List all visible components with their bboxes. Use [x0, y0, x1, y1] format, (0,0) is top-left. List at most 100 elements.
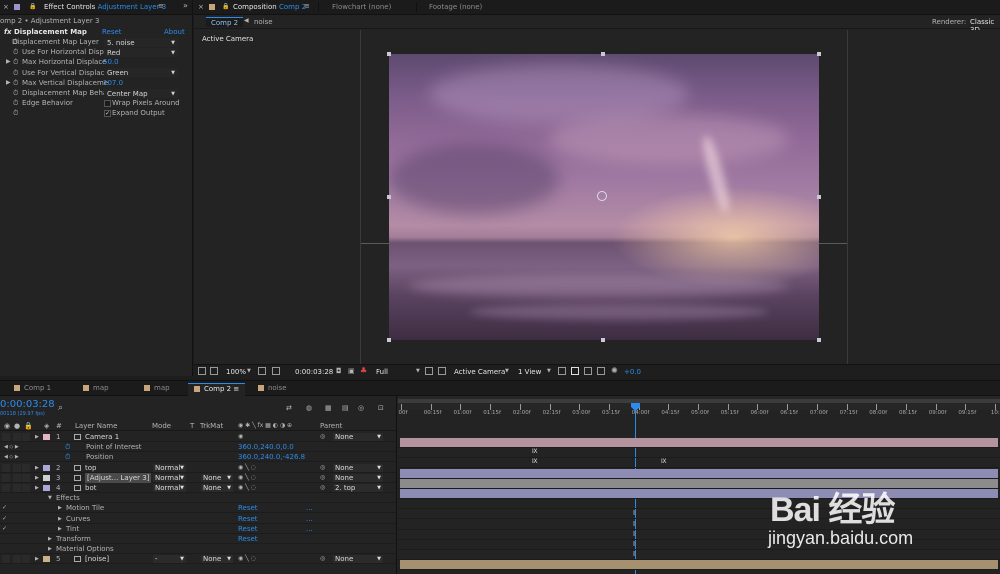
layer-switches-icons[interactable]: ◉	[238, 432, 243, 442]
visibility-eye-icon[interactable]	[2, 555, 10, 564]
stopwatch-icon[interactable]: ⏱	[13, 78, 18, 88]
current-time[interactable]: 0:00:03:28	[295, 368, 333, 376]
lock-icon[interactable]: 🔒	[29, 3, 36, 10]
chevron-down-icon[interactable]: ▼	[416, 368, 420, 374]
parent-pickwhip-icon[interactable]: ◎	[320, 432, 325, 442]
anchor-point-icon[interactable]	[597, 191, 607, 201]
timeline-tab[interactable]: map	[138, 383, 176, 394]
stopwatch-icon[interactable]: ⏱	[13, 57, 18, 67]
fx-icon[interactable]: ✓	[2, 524, 7, 534]
close-icon[interactable]: ×	[198, 3, 204, 11]
label-color-swatch[interactable]	[43, 434, 50, 440]
tab-footage[interactable]: Footage (none)	[429, 3, 482, 11]
layer-switches-icons[interactable]: ◉ ╲ ◌	[238, 483, 256, 493]
tab-effect-controls[interactable]: Effect Controls Adjustment Layer 3	[44, 3, 166, 11]
parent-pickwhip-icon[interactable]: ◎	[320, 483, 325, 493]
layer-row[interactable]: ▶ ✓ Tint Reset...	[0, 524, 396, 534]
effect-property-row[interactable]: ▶ ⏱ Max Horizontal Displace 50.0	[0, 57, 185, 67]
parent-select[interactable]: 2. top	[333, 484, 383, 492]
layer-name[interactable]: [Adjust... Layer 3]	[85, 472, 152, 483]
lock-icon[interactable]: 🔒	[222, 3, 229, 10]
parent-select[interactable]: None	[333, 555, 383, 564]
tab-composition[interactable]: Composition Comp 2	[233, 3, 306, 11]
motion-blur-icon[interactable]: ◎	[358, 404, 364, 412]
twirl-arrow-icon[interactable]: ▶	[48, 534, 52, 544]
toggle-pixel-icon[interactable]	[558, 367, 566, 375]
layer-row[interactable]: ▶ 4 bot Normal None ◉ ╲ ◌ ◎ 2. top	[0, 483, 396, 493]
comp-mini-flowchart-icon[interactable]: ⇄	[286, 404, 292, 412]
blend-mode-select[interactable]: Normal	[153, 484, 186, 492]
timeline-tab[interactable]: Comp 1	[8, 383, 57, 394]
layer-duration-bar[interactable]	[400, 468, 998, 478]
effect-options[interactable]: ...	[306, 514, 313, 524]
graph-editor-icon[interactable]: ⊡	[378, 404, 384, 412]
effect-options[interactable]: ...	[306, 503, 313, 513]
transform-handle[interactable]	[817, 52, 821, 56]
reset-link[interactable]: Reset	[238, 514, 258, 524]
effect-property-row[interactable]: ▶ ⏱ Max Vertical Displaceme 107.0	[0, 78, 185, 88]
timeline-timecode[interactable]: 0:00:03:28	[0, 399, 55, 410]
twirl-arrow-icon[interactable]: ▶	[6, 57, 11, 67]
label-color-swatch[interactable]	[43, 474, 50, 481]
transform-handle[interactable]	[387, 338, 391, 342]
track-matte-select[interactable]: None	[201, 473, 233, 482]
transform-handle[interactable]	[817, 338, 821, 342]
visibility-eye-icon[interactable]	[2, 484, 10, 492]
twirl-arrow-icon[interactable]: ▶	[58, 514, 62, 524]
parent-select[interactable]: None	[333, 473, 383, 482]
chevron-down-icon[interactable]: ▼	[247, 368, 251, 374]
grid-icon[interactable]	[258, 367, 266, 375]
chevron-down-icon[interactable]: ▼	[547, 368, 551, 374]
twirl-arrow-icon[interactable]: ▶	[58, 524, 62, 534]
layer-name[interactable]: [noise]	[85, 554, 109, 564]
tab-flowchart[interactable]: Flowchart (none)	[332, 3, 391, 11]
track-row[interactable]: ⅨⅨ	[398, 458, 1000, 469]
exposure-icon[interactable]: ✺	[611, 366, 618, 375]
reset-link[interactable]: Reset	[102, 27, 122, 37]
stopwatch-icon[interactable]: ⏱	[13, 108, 18, 118]
property-value[interactable]: 50.0	[103, 57, 119, 67]
blend-mode-select[interactable]: Normal	[153, 473, 186, 482]
camera-icon[interactable]: ◘	[336, 367, 342, 375]
solo-switch[interactable]	[13, 433, 21, 441]
transform-handle[interactable]	[387, 52, 391, 56]
layer-row[interactable]: ▶ 2 top Normal ◉ ╲ ◌ ◎ None	[0, 463, 396, 473]
lock-switch[interactable]	[22, 555, 30, 564]
layer-duration-bar[interactable]	[400, 438, 998, 447]
layer-row[interactable]: ▶ Transform Reset	[0, 534, 396, 544]
time-ruler[interactable]: 00f 00:15f 01:00f 01:15f 02:00f 02:15f 03:00f 0…	[398, 404, 1000, 418]
stopwatch-icon[interactable]: ⏱	[65, 442, 70, 452]
parent-select[interactable]: None	[333, 433, 383, 441]
effect-header-row[interactable]: fx Displacement Map Reset About	[0, 27, 185, 37]
transform-handle[interactable]	[601, 52, 605, 56]
menu-icon[interactable]: ≡	[304, 2, 310, 10]
stopwatch-icon[interactable]: ⏱	[13, 98, 18, 108]
layer-row[interactable]: ▶ Material Options	[0, 544, 396, 555]
lock-switch[interactable]	[22, 484, 30, 492]
effect-property-row[interactable]: ⏱ ✓ Expand Output	[0, 108, 185, 118]
timeline-tab[interactable]: Comp 2 ≡	[188, 383, 246, 396]
layer-row[interactable]: ⏱ Point of Interest 360.0,240.0,0.0 ◀ ◇ ▶	[0, 442, 396, 453]
overflow-chevron-icon[interactable]: »	[183, 1, 188, 10]
layer-row[interactable]: ▼ Effects	[0, 493, 396, 504]
lock-switch[interactable]	[22, 433, 30, 441]
layer-row[interactable]: ▶ ✓ Curves Reset...	[0, 514, 396, 524]
solo-switch[interactable]	[13, 555, 21, 564]
visibility-eye-icon[interactable]	[2, 473, 10, 482]
effect-property-row[interactable]: ⏱ Use For Vertical Displace Green	[0, 68, 185, 78]
layer-duration-bar[interactable]	[400, 560, 998, 570]
shy-layers-icon[interactable]: ▦	[325, 404, 332, 412]
channel-icon[interactable]: ▣	[348, 367, 355, 375]
property-dropdown[interactable]: Center Map	[104, 88, 178, 98]
draft-3d-icon[interactable]: ◍	[306, 404, 312, 412]
track-matte-select[interactable]: None	[201, 555, 233, 564]
transparency-grid-icon[interactable]	[438, 367, 446, 375]
track-row[interactable]	[398, 560, 1000, 571]
keyframe-icon[interactable]: Ⅸ	[532, 448, 538, 455]
fx-icon[interactable]: ✓	[2, 514, 7, 524]
twirl-arrow-icon[interactable]: ▶	[35, 483, 39, 493]
twirl-arrow-icon[interactable]: ▼	[48, 493, 52, 503]
layer-switches-icons[interactable]: ◉ ╲ ◌	[238, 473, 256, 483]
parent-select[interactable]: None	[333, 463, 383, 472]
track-row[interactable]	[398, 468, 1000, 479]
